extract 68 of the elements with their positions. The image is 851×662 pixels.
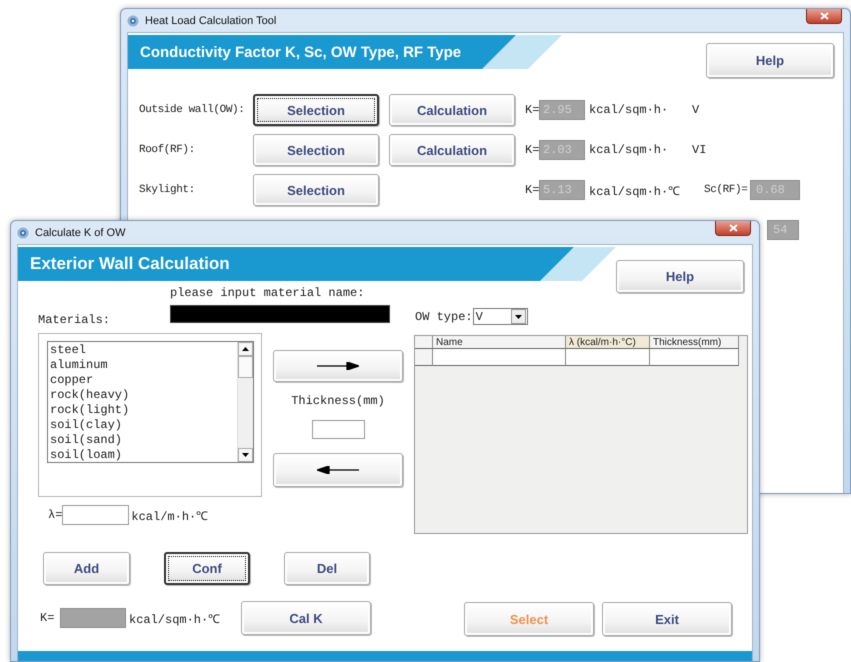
- add-layer-button[interactable]: [273, 350, 403, 382]
- unit-label: kcal/sqm·h·℃: [129, 612, 222, 626]
- row-label: Outside wall(OW):: [139, 104, 246, 116]
- material-item[interactable]: soil(sand): [50, 433, 235, 448]
- scrollbar-thumb[interactable]: [238, 356, 253, 378]
- k-label: K=: [40, 611, 56, 625]
- calculation-button[interactable]: Calculation: [389, 134, 515, 166]
- k-value-field: [60, 608, 126, 628]
- dropdown-arrow-icon: [514, 314, 522, 318]
- material-name-field[interactable]: [170, 305, 390, 323]
- help-button[interactable]: Help: [706, 43, 834, 78]
- materials-list[interactable]: steel aluminum copper rock(heavy) rock(light) soil(clay) soil(sand) soil(loam): [47, 341, 254, 463]
- sc-label: Sc(RF)=: [704, 184, 748, 196]
- material-item[interactable]: soil(clay): [50, 418, 235, 433]
- close-icon: [728, 224, 738, 232]
- app-icon: [17, 226, 29, 238]
- material-item[interactable]: aluminum: [50, 358, 235, 373]
- k-label: K=: [525, 143, 539, 157]
- material-item[interactable]: rock(heavy): [50, 388, 235, 403]
- selection-button[interactable]: Selection: [253, 134, 379, 166]
- type-value: VI: [692, 143, 704, 157]
- window-title: Calculate K of OW: [35, 226, 126, 238]
- material-item[interactable]: rock(light): [50, 403, 235, 418]
- materials-label: Materials:: [38, 313, 112, 327]
- action-button[interactable]: Conf: [164, 552, 250, 585]
- app-icon: [127, 14, 139, 26]
- column-header[interactable]: λ (kcal/m·h·°C): [566, 336, 650, 349]
- unit-label: kcal/sqm·h·: [589, 143, 670, 157]
- calculation-button[interactable]: Calculation: [389, 94, 515, 126]
- thickness-field[interactable]: [312, 420, 364, 439]
- unit-label: kcal/sqm·h·℃: [589, 184, 682, 198]
- scroll-up-icon: [242, 347, 249, 351]
- close-icon: [820, 12, 828, 20]
- lambda-field[interactable]: [62, 505, 130, 525]
- prompt-label: please input material name:: [170, 286, 364, 300]
- action-button[interactable]: Del: [284, 552, 370, 585]
- unit-label: kcal/sqm·h·: [589, 103, 670, 117]
- ow-type-label: OW type:: [415, 310, 473, 324]
- column-header[interactable]: Name: [433, 336, 566, 349]
- dropdown-arrow-icon: [242, 453, 249, 457]
- lambda-unit: kcal/m·h·℃: [131, 508, 208, 524]
- left-arrow-icon: [317, 466, 359, 474]
- row-label: Skylight:: [139, 184, 196, 196]
- lambda-label: λ=: [48, 508, 62, 522]
- section-header: Exterior Wall Calculation: [18, 247, 574, 281]
- row-label: Roof(RF):: [139, 144, 196, 156]
- window-title: Heat Load Calculation Tool: [145, 14, 278, 26]
- selection-button[interactable]: Selection: [253, 174, 379, 206]
- exit-button[interactable]: Exit: [602, 602, 732, 636]
- remove-layer-button[interactable]: [273, 453, 403, 487]
- close-button[interactable]: [715, 221, 751, 236]
- right-arrow-icon: [317, 362, 359, 370]
- column-header[interactable]: Thickness(mm): [650, 336, 739, 349]
- material-item[interactable]: soil(loam): [50, 448, 235, 463]
- action-button[interactable]: Add: [43, 552, 130, 585]
- close-button[interactable]: [806, 9, 842, 24]
- material-item[interactable]: steel: [50, 343, 235, 358]
- scrollbar[interactable]: [237, 342, 253, 462]
- ow-type-select[interactable]: V: [472, 308, 528, 325]
- k-label: K=: [525, 183, 539, 197]
- help-button[interactable]: Help: [616, 260, 744, 293]
- cal-k-button[interactable]: Cal K: [241, 601, 371, 635]
- selection-button[interactable]: Selection: [253, 94, 379, 126]
- k-label: K=: [525, 103, 539, 117]
- section-header: Conductivity Factor K, Sc, OW Type, RF Type: [128, 35, 516, 69]
- type-value: V: [692, 103, 700, 117]
- thickness-label: Thickness(mm): [291, 394, 385, 408]
- material-item[interactable]: copper: [50, 373, 235, 388]
